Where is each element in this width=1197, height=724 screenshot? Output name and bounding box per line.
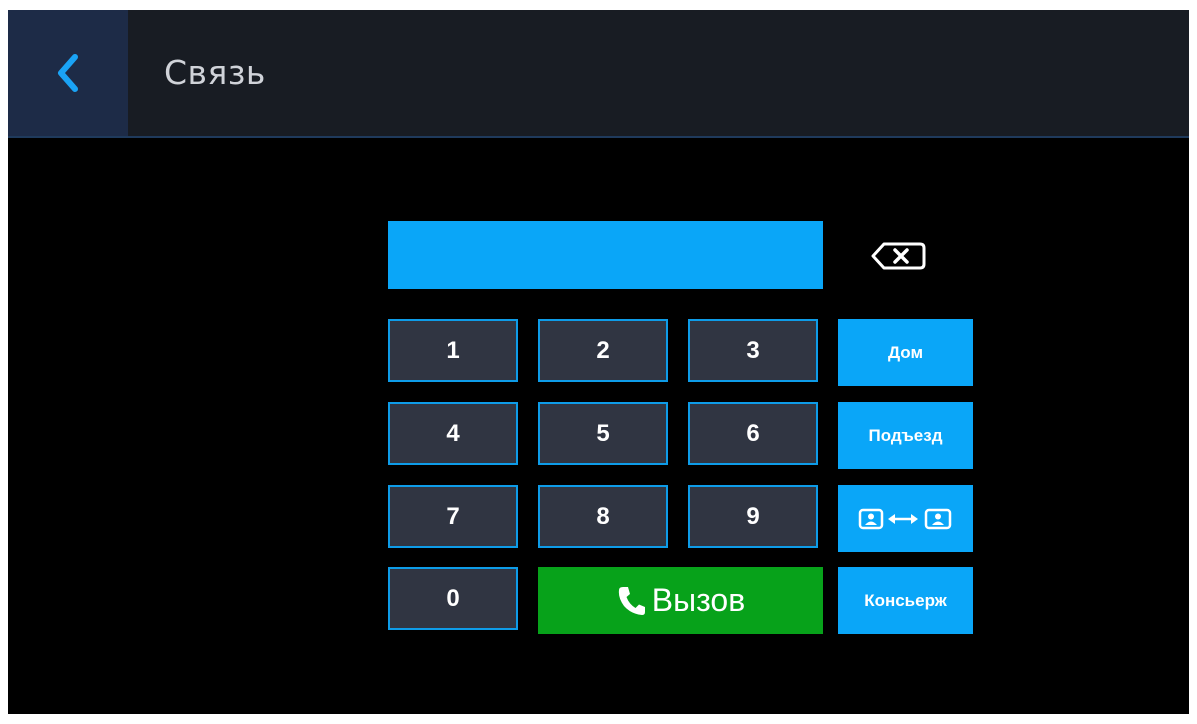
key-9[interactable]: 9 (688, 485, 818, 548)
concierge-button[interactable]: Консьерж (838, 567, 973, 634)
key-5[interactable]: 5 (538, 402, 668, 465)
chevron-left-icon (58, 54, 78, 92)
number-display-field[interactable] (388, 221, 823, 289)
entrance-button[interactable]: Подъезд (838, 402, 973, 469)
switch-button[interactable] (838, 485, 973, 552)
phone-icon (618, 586, 645, 615)
key-4[interactable]: 4 (388, 402, 518, 465)
backspace-icon (871, 242, 926, 270)
backspace-button[interactable] (870, 241, 926, 271)
key-1[interactable]: 1 (388, 319, 518, 382)
call-label: Вызов (651, 582, 746, 618)
key-0[interactable]: 0 (388, 567, 518, 630)
page-title: Связь (164, 53, 266, 92)
key-6[interactable]: 6 (688, 402, 818, 465)
key-3[interactable]: 3 (688, 319, 818, 382)
screen: Связь 1 2 3 4 5 6 7 8 9 0 Вызов Дом Подъ… (8, 10, 1189, 714)
house-button[interactable]: Дом (838, 319, 973, 386)
header-bar: Связь (8, 10, 1189, 138)
back-button[interactable] (8, 10, 128, 136)
contacts-swap-icon (858, 508, 951, 529)
key-2[interactable]: 2 (538, 319, 668, 382)
key-8[interactable]: 8 (538, 485, 668, 548)
call-button[interactable]: Вызов (538, 567, 823, 634)
key-7[interactable]: 7 (388, 485, 518, 548)
